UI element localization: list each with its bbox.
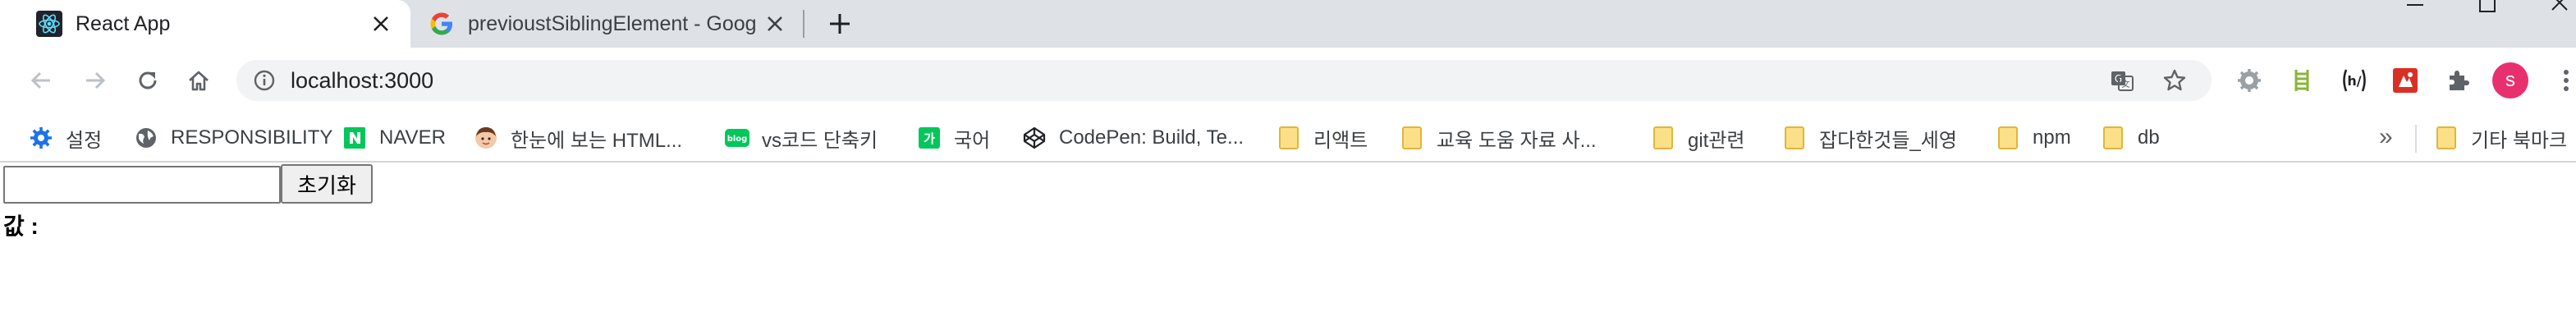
bookmark-label: CodePen: Build, Te... — [1059, 126, 1244, 149]
window-close-button[interactable] — [2542, 0, 2576, 16]
close-icon[interactable] — [369, 12, 392, 35]
back-button[interactable] — [25, 64, 57, 97]
url-text[interactable]: localhost:3000 — [291, 69, 433, 92]
tab-strip: React App previoustSiblingElement - Goog — [0, 0, 2576, 48]
bookmark-folder-react[interactable]: 리액트 — [1276, 121, 1368, 154]
minimize-icon — [2407, 4, 2423, 6]
bookmark-label: NAVER — [379, 126, 446, 149]
blog-icon: blog — [724, 125, 750, 151]
folder-icon — [2100, 125, 2126, 151]
folder-icon — [1650, 125, 1676, 151]
extension-hj-icon[interactable]: h/ — [2338, 64, 2371, 97]
back-icon — [30, 71, 50, 89]
browser-toolbar: localhost:3000 G文 h/ s — [0, 48, 2576, 113]
maximize-icon — [2479, 0, 2496, 12]
forward-icon — [86, 71, 106, 89]
home-icon — [189, 71, 209, 91]
extension-ladder-icon[interactable] — [2285, 64, 2318, 97]
bookmark-naver[interactable]: NAVER — [341, 121, 446, 154]
bookmark-label: vs코드 단축키 — [762, 129, 878, 152]
bookmark-folder-npm[interactable]: npm — [1995, 121, 2071, 154]
tab-title: previoustSiblingElement - Goog — [468, 11, 755, 35]
google-icon — [430, 12, 452, 35]
folder-icon — [1781, 125, 1808, 151]
reload-button[interactable] — [131, 64, 164, 97]
svg-text:文: 文 — [2122, 79, 2130, 89]
bookmark-label: 한눈에 보는 HTML... — [511, 129, 683, 152]
maximize-button[interactable] — [2469, 0, 2505, 16]
extension-gear-icon[interactable] — [2233, 64, 2266, 97]
home-button[interactable] — [182, 64, 215, 97]
bookmarks-bar: 설정 RESPONSIBILITY NAVER 한눈에 보는 HTML... b… — [0, 113, 2576, 163]
avatar-icon — [473, 125, 499, 151]
forward-button[interactable] — [79, 64, 112, 97]
folder-icon — [1399, 125, 1425, 151]
bookmark-label: 기타 북마크 — [2471, 129, 2568, 152]
close-icon[interactable] — [763, 12, 786, 35]
bookmark-codepen[interactable]: CodePen: Build, Te... — [1021, 121, 1244, 154]
close-icon — [2551, 0, 2568, 11]
bookmark-responsibility[interactable]: RESPONSIBILITY — [133, 121, 332, 154]
bookmark-folder-db[interactable]: db — [2100, 121, 2160, 154]
folder-icon — [1995, 125, 2021, 151]
bookmark-label: 국어 — [954, 129, 991, 152]
bookmark-korean[interactable]: 가 국어 — [916, 121, 990, 154]
extension-red-icon[interactable] — [2389, 64, 2422, 97]
info-icon[interactable] — [253, 69, 276, 92]
plus-icon — [830, 14, 850, 34]
svg-text:h/: h/ — [2347, 73, 2361, 89]
folder-icon — [1276, 125, 1302, 151]
bookmark-folder-misc[interactable]: 잡다한것들_세영 — [1781, 121, 1957, 154]
menu-kebab-icon[interactable] — [2550, 64, 2576, 97]
bookmark-label: npm — [2033, 126, 2071, 149]
new-tab-button[interactable] — [824, 8, 855, 39]
reset-button[interactable]: 초기화 — [281, 164, 373, 204]
bookmark-star-icon[interactable] — [2162, 68, 2187, 93]
tab-react-app[interactable]: React App — [0, 0, 410, 48]
bookmark-folder-git[interactable]: git관련 — [1650, 121, 1745, 154]
tab-separator — [803, 10, 804, 38]
address-bar[interactable]: localhost:3000 G文 — [236, 60, 2212, 101]
extensions-puzzle-icon[interactable] — [2441, 64, 2474, 97]
folder-icon — [2433, 125, 2459, 151]
tab-title: React App — [76, 11, 171, 35]
bookmarks-overflow-button[interactable]: » — [2379, 123, 2393, 151]
bookmark-label: 잡다한것들_세영 — [1819, 129, 1957, 152]
reload-icon — [139, 71, 157, 89]
bookmark-label: 리액트 — [1313, 129, 1368, 152]
ga-icon: 가 — [916, 125, 942, 151]
react-icon — [36, 11, 62, 37]
value-label: 값 : — [3, 213, 39, 239]
bookmark-folder-education[interactable]: 교육 도움 자료 사... — [1399, 121, 1597, 154]
translate-icon[interactable]: G文 — [2110, 68, 2134, 93]
codepen-icon — [1021, 125, 1047, 151]
bookmark-label: git관련 — [1688, 129, 1745, 152]
naver-icon — [341, 125, 368, 151]
globe-icon — [133, 125, 159, 151]
svg-text:가: 가 — [924, 131, 935, 146]
bookmarks-separator — [2415, 125, 2417, 153]
bookmark-label: 교육 도움 자료 사... — [1437, 129, 1597, 152]
profile-avatar[interactable]: s — [2492, 62, 2528, 99]
tab-previous-sibling[interactable]: previoustSiblingElement - Goog — [417, 0, 804, 48]
svg-text:blog: blog — [727, 135, 748, 144]
minimize-button[interactable] — [2397, 0, 2433, 16]
page-content: 초기화 값 : — [0, 164, 2576, 330]
bookmark-label: 설정 — [66, 129, 103, 152]
bookmark-folder-other[interactable]: 기타 북마크 — [2433, 121, 2567, 154]
bookmark-html-overview[interactable]: 한눈에 보는 HTML... — [473, 121, 682, 154]
bookmark-vscode-shortcuts[interactable]: blog vs코드 단축키 — [724, 121, 878, 154]
bookmark-settings[interactable]: 설정 — [28, 121, 102, 154]
value-input[interactable] — [3, 166, 281, 204]
bookmark-label: RESPONSIBILITY — [171, 126, 333, 149]
bookmark-label: db — [2138, 126, 2160, 149]
gear-icon — [28, 125, 54, 151]
